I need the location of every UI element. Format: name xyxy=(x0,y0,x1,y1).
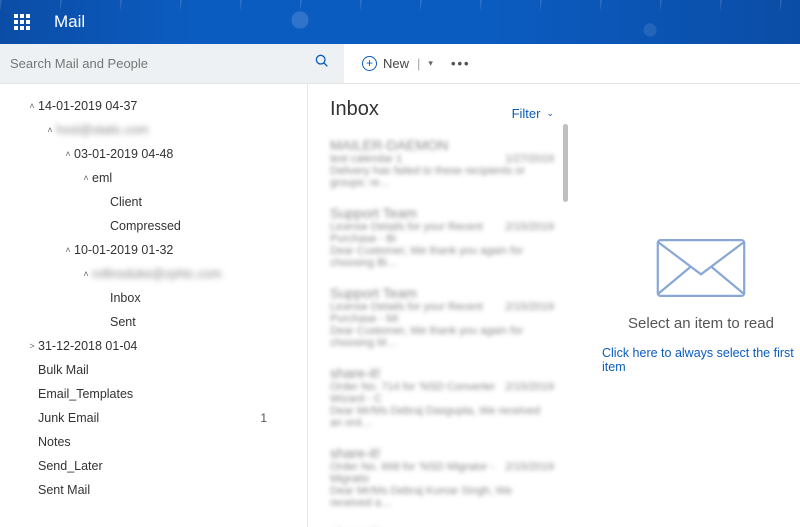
message-date: 2/15/2019 xyxy=(505,381,554,405)
reading-empty-link[interactable]: Click here to always select the first it… xyxy=(602,346,800,374)
message-item[interactable]: MAILER-DAEMONtest calendar 1 1/27/2019Del… xyxy=(330,137,554,189)
tree-item-label: Inbox xyxy=(110,291,303,305)
tree-item-label: Client xyxy=(110,195,303,209)
folder-tree: ˄14-01-2019 04-37˄host@static.com˄03-01-… xyxy=(0,84,308,527)
message-list-title: Inbox xyxy=(330,98,379,121)
tree-item[interactable]: ˄10-01-2019 01-32 xyxy=(0,238,303,262)
search-input[interactable] xyxy=(10,56,310,71)
tree-item-label: 14-01-2019 04-37 xyxy=(38,99,303,113)
tree-item-label: Send_Later xyxy=(38,459,303,473)
app-launcher-icon[interactable] xyxy=(8,8,36,36)
filter-label: Filter xyxy=(512,106,541,121)
scrollbar-thumb[interactable] xyxy=(563,124,568,202)
tree-item-label: Notes xyxy=(38,435,303,449)
tree-item-label: 03-01-2019 04-48 xyxy=(74,147,303,161)
caret-right-icon[interactable]: > xyxy=(26,341,38,351)
chevron-down-icon: ⌄ xyxy=(546,108,554,119)
caret-down-icon[interactable]: ˄ xyxy=(26,101,38,111)
filter-button[interactable]: Filter ⌄ xyxy=(512,106,554,121)
message-from: share-it! xyxy=(330,365,554,381)
message-date: 2/15/2019 xyxy=(505,301,554,325)
tree-item-label: Sent Mail xyxy=(38,483,303,497)
plus-icon: + xyxy=(362,56,377,71)
tree-item[interactable]: >31-12-2018 01-04 xyxy=(0,334,303,358)
message-date: 2/15/2019 xyxy=(505,221,554,245)
tree-item-label: 31-12-2018 01-04 xyxy=(38,339,303,353)
message-preview: Dear Mr/Ms Debraj Dasgupta, We received … xyxy=(330,405,554,429)
message-from: Support Team xyxy=(330,285,554,301)
tree-item-label: Email_Templates xyxy=(38,387,303,401)
message-from: share-it! xyxy=(330,445,554,461)
tree-item[interactable]: ˄eml xyxy=(0,166,303,190)
app-title: Mail xyxy=(54,12,85,32)
reading-pane: Select an item to read Click here to alw… xyxy=(572,84,800,527)
message-item[interactable]: share-it!Order No. 668 for 'NSD Migrator… xyxy=(330,445,554,509)
message-preview: Dear Customer, We thank you again for ch… xyxy=(330,245,554,269)
message-preview: Dear Customer, We thank you again for ch… xyxy=(330,325,554,349)
message-subject: License Details for your Recent Purchase… xyxy=(330,221,505,245)
caret-down-icon[interactable]: ˄ xyxy=(44,125,56,135)
message-date: 2/15/2019 xyxy=(505,461,554,485)
envelope-icon xyxy=(656,238,746,301)
message-item[interactable]: share-it!Order No. 714 for 'NSD Converte… xyxy=(330,365,554,429)
tree-item[interactable]: ˄rollinsduke@zphtc.com xyxy=(0,262,303,286)
caret-down-icon[interactable]: ˄ xyxy=(80,269,92,279)
message-subject: Order No. 714 for 'NSD Converter Wizard … xyxy=(330,381,505,405)
tree-item[interactable]: ˄14-01-2019 04-37 xyxy=(0,94,303,118)
tree-item-label: host@static.com xyxy=(56,123,303,137)
search-icon[interactable] xyxy=(310,49,334,78)
message-preview: Dear Mr/Ms Debraj Kumar Singh, We receiv… xyxy=(330,485,554,509)
tree-item-label: 10-01-2019 01-32 xyxy=(74,243,303,257)
tree-item-label: Compressed xyxy=(110,219,303,233)
message-from: Support Team xyxy=(330,205,554,221)
more-actions-button[interactable]: ••• xyxy=(451,56,471,71)
tree-item[interactable]: Sent Mail xyxy=(0,478,303,502)
app-header: Mail xyxy=(0,0,800,44)
message-item[interactable]: Support TeamLicense Details for your Rec… xyxy=(330,205,554,269)
tree-item[interactable]: Sent xyxy=(0,310,303,334)
message-preview: Delivery has failed to these recipients … xyxy=(330,165,554,189)
tree-item[interactable]: Notes xyxy=(0,430,303,454)
search-box xyxy=(0,44,344,83)
tree-item-label: Bulk Mail xyxy=(38,363,303,377)
tree-item[interactable]: Bulk Mail xyxy=(0,358,303,382)
tree-item-label: rollinsduke@zphtc.com xyxy=(92,267,303,281)
tree-item[interactable]: Client xyxy=(0,190,303,214)
toolbar: + New | ▾ ••• xyxy=(0,44,800,84)
tree-item[interactable]: Email_Templates xyxy=(0,382,303,406)
tree-item-label: eml xyxy=(92,171,303,185)
new-button[interactable]: + New | ▾ xyxy=(362,56,433,71)
message-subject: test calendar 1 xyxy=(330,153,402,165)
tree-item[interactable]: Inbox xyxy=(0,286,303,310)
tree-item[interactable]: Junk Email1 xyxy=(0,406,303,430)
message-date: 1/27/2019 xyxy=(505,153,554,165)
chevron-down-icon[interactable]: ▾ xyxy=(428,58,433,69)
new-button-label: New xyxy=(383,56,409,71)
caret-down-icon[interactable]: ˄ xyxy=(62,245,74,255)
tree-item-count: 1 xyxy=(260,411,303,425)
tree-item[interactable]: Send_Later xyxy=(0,454,303,478)
caret-down-icon[interactable]: ˄ xyxy=(62,149,74,159)
message-subject: License Details for your Recent Purchase… xyxy=(330,301,505,325)
tree-item[interactable]: Compressed xyxy=(0,214,303,238)
message-item[interactable]: Support TeamLicense Details for your Rec… xyxy=(330,285,554,349)
tree-item-label: Junk Email xyxy=(38,411,260,425)
message-subject: Order No. 668 for 'NSD Migrator - Migrat… xyxy=(330,461,505,485)
message-list-pane: Inbox Filter ⌄ MAILER-DAEMONtest calenda… xyxy=(308,84,572,527)
caret-down-icon[interactable]: ˄ xyxy=(80,173,92,183)
tree-item[interactable]: ˄host@static.com xyxy=(0,118,303,142)
tree-item[interactable]: ˄03-01-2019 04-48 xyxy=(0,142,303,166)
message-from: MAILER-DAEMON xyxy=(330,137,554,153)
reading-empty-title: Select an item to read xyxy=(628,315,774,332)
tree-item-label: Sent xyxy=(110,315,303,329)
